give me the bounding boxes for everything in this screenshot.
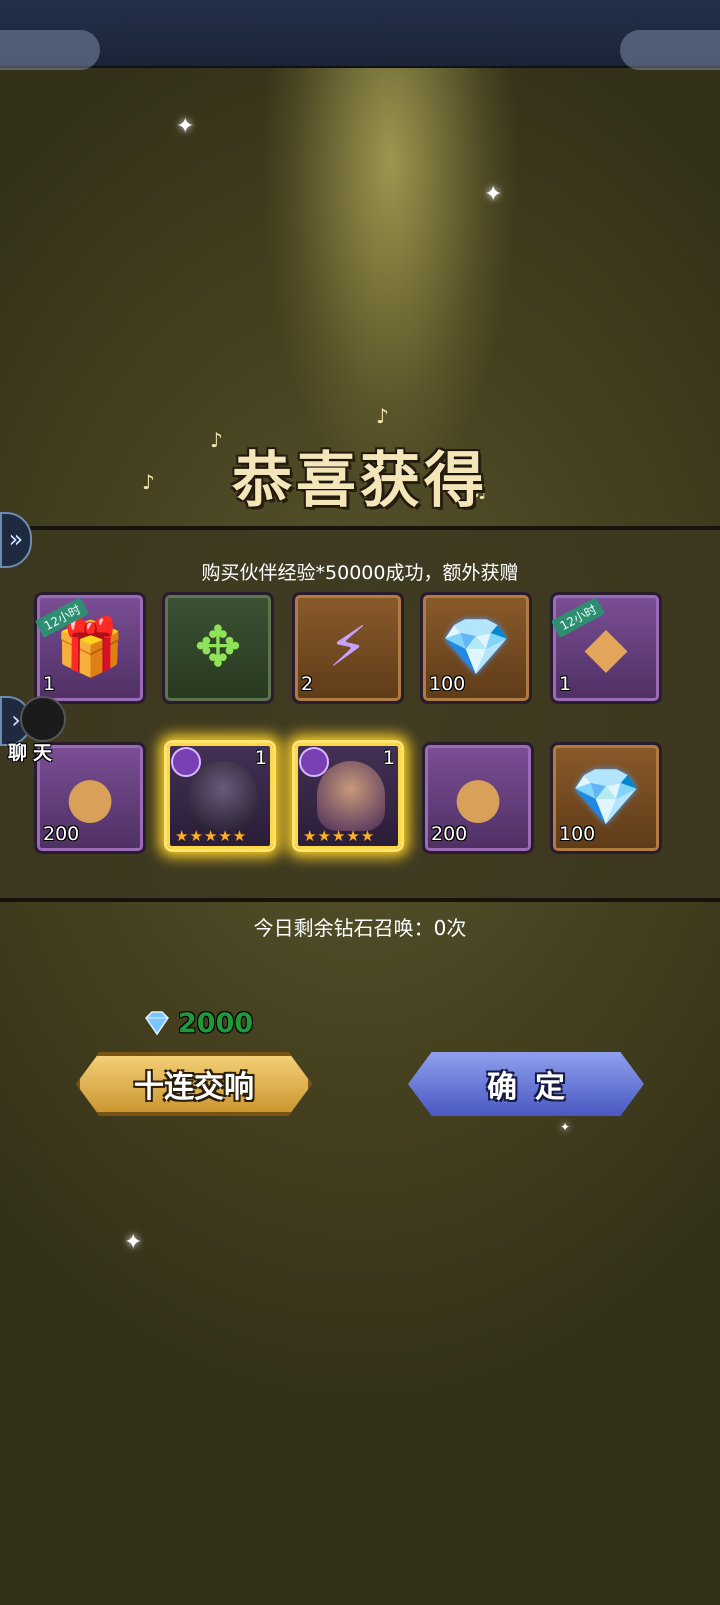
music-note-icon: ♪	[376, 404, 389, 428]
item-quantity: 1	[382, 747, 395, 769]
item-quantity: 100	[429, 673, 466, 695]
remaining-summons-text: 今日剩余钻石召唤：0次	[253, 916, 467, 940]
chat-bubble-icon	[20, 696, 66, 742]
green-emblem-icon: ✥	[194, 615, 242, 680]
hero-class-badge-icon	[299, 747, 329, 777]
hero-reward-item[interactable]: 1 ★★★★★	[292, 740, 404, 852]
reward-item[interactable]: 🎁 12小时 1	[34, 592, 146, 704]
confirm-button[interactable]: 确定	[408, 1052, 644, 1116]
cloud-decoration	[0, 30, 100, 70]
star-rating: ★★★★★	[175, 827, 248, 845]
item-quantity: 2	[301, 673, 314, 695]
dark-hero-portrait	[189, 761, 257, 831]
sparkle-icon: ✦	[124, 1230, 143, 1255]
summon-ten-button[interactable]: 十连交响	[76, 1052, 312, 1116]
sparkle-icon: ✦	[176, 114, 195, 139]
reward-item[interactable]: ● 200	[422, 742, 534, 854]
sparkle-icon: ✦	[560, 1120, 571, 1134]
reward-item[interactable]: ✥	[162, 592, 274, 704]
reward-item[interactable]: 💎 100	[550, 742, 662, 854]
reward-item[interactable]: ◆ 12小时 1	[550, 592, 662, 704]
reward-subtitle: 购买伙伴经验*50000成功，额外获赠	[201, 562, 519, 584]
top-bar	[0, 0, 720, 70]
cost-value: 2000	[178, 1007, 254, 1039]
summon-cost: 2000	[142, 1006, 253, 1040]
item-quantity: 200	[43, 823, 80, 845]
hero-class-badge-icon	[171, 747, 201, 777]
item-quantity: 1	[559, 673, 572, 695]
reward-item[interactable]: ⚡ 2	[292, 592, 404, 704]
star-rating: ★★★★★	[303, 827, 376, 845]
reward-item[interactable]: 💎 100	[420, 592, 532, 704]
cloud-decoration	[620, 30, 720, 70]
item-quantity: 200	[431, 823, 468, 845]
chat-button[interactable]: › 聊天	[0, 690, 68, 780]
hero-reward-item[interactable]: 1 ★★★★★	[164, 740, 276, 852]
item-quantity: 1	[254, 747, 267, 769]
chat-label: 聊天	[8, 742, 59, 764]
diamond-icon	[145, 1011, 169, 1036]
sparkle-icon: ✦	[484, 182, 503, 207]
bearded-hero-portrait	[317, 761, 385, 831]
item-quantity: 100	[559, 823, 596, 845]
page-title: 恭喜获得	[232, 446, 488, 516]
